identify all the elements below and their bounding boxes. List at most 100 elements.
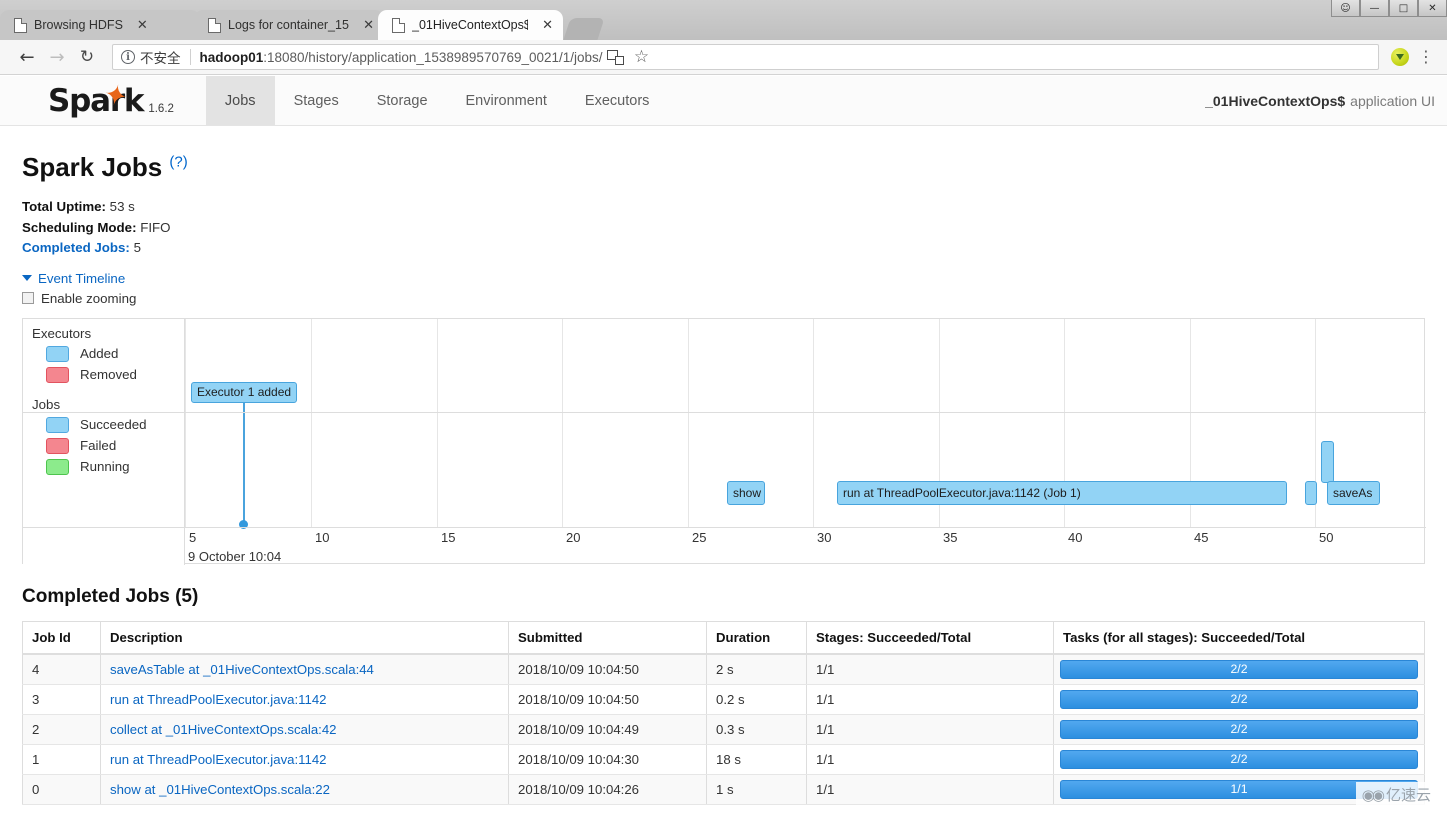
url-host: hadoop01 [199, 49, 264, 65]
timeline-job-bar-run[interactable]: run at ThreadPoolExecutor.java:1142 (Job… [837, 480, 1287, 505]
gridline [185, 318, 186, 527]
axis-tick: 35 [943, 529, 958, 545]
table-row[interactable]: 0 show at _01HiveContextOps.scala:22 201… [22, 774, 1425, 805]
page-title: Spark Jobs (?) [22, 152, 1447, 183]
timeline-executor-added-box[interactable]: Executor 1 added [191, 381, 298, 403]
help-icon[interactable]: (?) [169, 153, 187, 170]
cell-submitted: 2018/10/09 10:04:30 [508, 744, 707, 775]
summary-completed-jobs: Completed Jobs: 5 [22, 238, 1447, 259]
legend-item-removed: Removed [46, 366, 184, 383]
address-bar[interactable]: i 不安全 hadoop01:18080/history/application… [112, 44, 1379, 70]
job-description-link[interactable]: saveAsTable at _01HiveContextOps.scala:4… [110, 662, 374, 677]
nav-item-environment[interactable]: Environment [447, 76, 566, 125]
cell-description: collect at _01HiveContextOps.scala:42 [100, 714, 509, 745]
logo-text: Spark [48, 83, 145, 119]
event-timeline-toggle[interactable]: Event Timeline [22, 271, 1447, 286]
menu-kebab-icon[interactable]: ⋮ [1413, 44, 1439, 70]
job-description-link[interactable]: run at ThreadPoolExecutor.java:1142 [110, 692, 327, 707]
browser-tab-1[interactable]: Logs for container_153 ✕ [194, 10, 384, 40]
translate-icon[interactable] [603, 44, 629, 70]
cell-tasks: 2/2 [1053, 744, 1425, 775]
gridline [688, 318, 689, 527]
column-header-tasks[interactable]: Tasks (for all stages): Succeeded/Total [1053, 621, 1425, 655]
cell-job-id: 3 [22, 684, 101, 715]
color-swatch [46, 437, 69, 454]
timeline-job-bar-saveas[interactable]: saveAs [1327, 480, 1380, 505]
legend-group-executors: Executors Added Removed [23, 319, 184, 383]
window-close-button[interactable]: ✕ [1418, 0, 1447, 17]
window-user-icon[interactable]: ☺ [1331, 0, 1360, 17]
enable-zooming-row[interactable]: Enable zooming [22, 291, 1447, 306]
axis-tick: 40 [1068, 529, 1083, 545]
cell-submitted: 2018/10/09 10:04:50 [508, 653, 707, 685]
extension-icon[interactable] [1387, 44, 1413, 70]
timeline-job-bar-collect[interactable] [1305, 480, 1317, 505]
column-header-duration[interactable]: Duration [706, 621, 807, 655]
close-icon[interactable]: ✕ [542, 19, 553, 32]
summary-total-uptime: Total Uptime: 53 s [22, 197, 1447, 218]
column-header-job-id[interactable]: Job Id [22, 621, 101, 655]
column-header-stages[interactable]: Stages: Succeeded/Total [806, 621, 1054, 655]
cell-job-id: 0 [22, 774, 101, 805]
cell-job-id: 2 [22, 714, 101, 745]
job-description-link[interactable]: collect at _01HiveContextOps.scala:42 [110, 722, 337, 737]
column-header-submitted[interactable]: Submitted [508, 621, 707, 655]
legend-title: Executors [32, 325, 92, 341]
window-controls: ☺ — □ ✕ [1331, 0, 1447, 18]
axis-tick: 25 [692, 529, 707, 545]
reload-icon[interactable]: ↻ [72, 42, 102, 72]
window-minimize-button[interactable]: — [1360, 0, 1389, 17]
timeline-job-bar-show[interactable]: show [727, 480, 765, 505]
legend-item-failed: Failed [46, 437, 184, 454]
table-row[interactable]: 3 run at ThreadPoolExecutor.java:1142 20… [22, 684, 1425, 715]
color-swatch [46, 416, 69, 433]
spark-navbar: ✦ Spark 1.6.2 Jobs Stages Storage Enviro… [0, 76, 1447, 126]
browser-tab-2[interactable]: _01HiveContextOps$ - ✕ [378, 10, 563, 40]
table-row[interactable]: 1 run at ThreadPoolExecutor.java:1142 20… [22, 744, 1425, 775]
column-header-description[interactable]: Description [100, 621, 509, 655]
legend-title: Jobs [32, 396, 61, 412]
nav-item-jobs[interactable]: Jobs [205, 76, 275, 125]
forward-icon[interactable]: → [42, 42, 72, 72]
axis-tick: 45 [1194, 529, 1209, 545]
bookmark-star-icon[interactable]: ☆ [629, 44, 655, 70]
cell-duration: 0.2 s [706, 684, 807, 715]
browser-toolbar: ← → ↻ i 不安全 hadoop01:18080/history/appli… [0, 40, 1447, 75]
axis-tick: 5 [189, 529, 197, 545]
legend-item-added: Added [46, 345, 184, 362]
gridline [813, 318, 814, 527]
job-description-link[interactable]: run at ThreadPoolExecutor.java:1142 [110, 752, 327, 767]
nav-item-executors[interactable]: Executors [566, 76, 668, 125]
table-row[interactable]: 4 saveAsTable at _01HiveContextOps.scala… [22, 653, 1425, 685]
job-description-link[interactable]: show at _01HiveContextOps.scala:22 [110, 782, 330, 797]
page-icon [14, 17, 27, 33]
nav-item-stages[interactable]: Stages [275, 76, 358, 125]
enable-zooming-checkbox[interactable] [22, 292, 34, 304]
summary-label[interactable]: Completed Jobs: [22, 240, 130, 255]
back-icon[interactable]: ← [12, 42, 42, 72]
tab-title: Logs for container_153 [228, 18, 350, 32]
axis-tick: 50 [1319, 529, 1334, 545]
event-timeline-label: Event Timeline [38, 270, 126, 286]
window-maximize-button[interactable]: □ [1389, 0, 1418, 17]
spark-nav-links: Jobs Stages Storage Environment Executor… [205, 76, 668, 125]
spark-logo[interactable]: ✦ Spark 1.6.2 [0, 76, 174, 125]
new-tab-button[interactable] [563, 18, 605, 40]
completed-jobs-title: Completed Jobs (5) [22, 585, 199, 607]
axis-date-label: 9 October 10:04 [188, 548, 282, 564]
cell-description: saveAsTable at _01HiveContextOps.scala:4… [100, 653, 509, 685]
cell-tasks: 2/2 [1053, 684, 1425, 715]
summary-value: 53 s [109, 199, 135, 214]
nav-item-storage[interactable]: Storage [358, 76, 447, 125]
security-label: 不安全 [140, 51, 181, 67]
table-row[interactable]: 2 collect at _01HiveContextOps.scala:42 … [22, 714, 1425, 745]
info-icon[interactable]: i [121, 50, 135, 64]
window-titlebar: ☺ — □ ✕ Browsing HDFS ✕ Logs for contain… [0, 0, 1447, 40]
browser-tab-0[interactable]: Browsing HDFS ✕ [0, 10, 200, 40]
close-icon[interactable]: ✕ [137, 19, 148, 32]
cell-submitted: 2018/10/09 10:04:49 [508, 714, 707, 745]
timeline-job-bar-small[interactable] [1321, 440, 1334, 483]
cell-description: run at ThreadPoolExecutor.java:1142 [100, 684, 509, 715]
cell-description: run at ThreadPoolExecutor.java:1142 [100, 744, 509, 775]
close-icon[interactable]: ✕ [363, 19, 374, 32]
